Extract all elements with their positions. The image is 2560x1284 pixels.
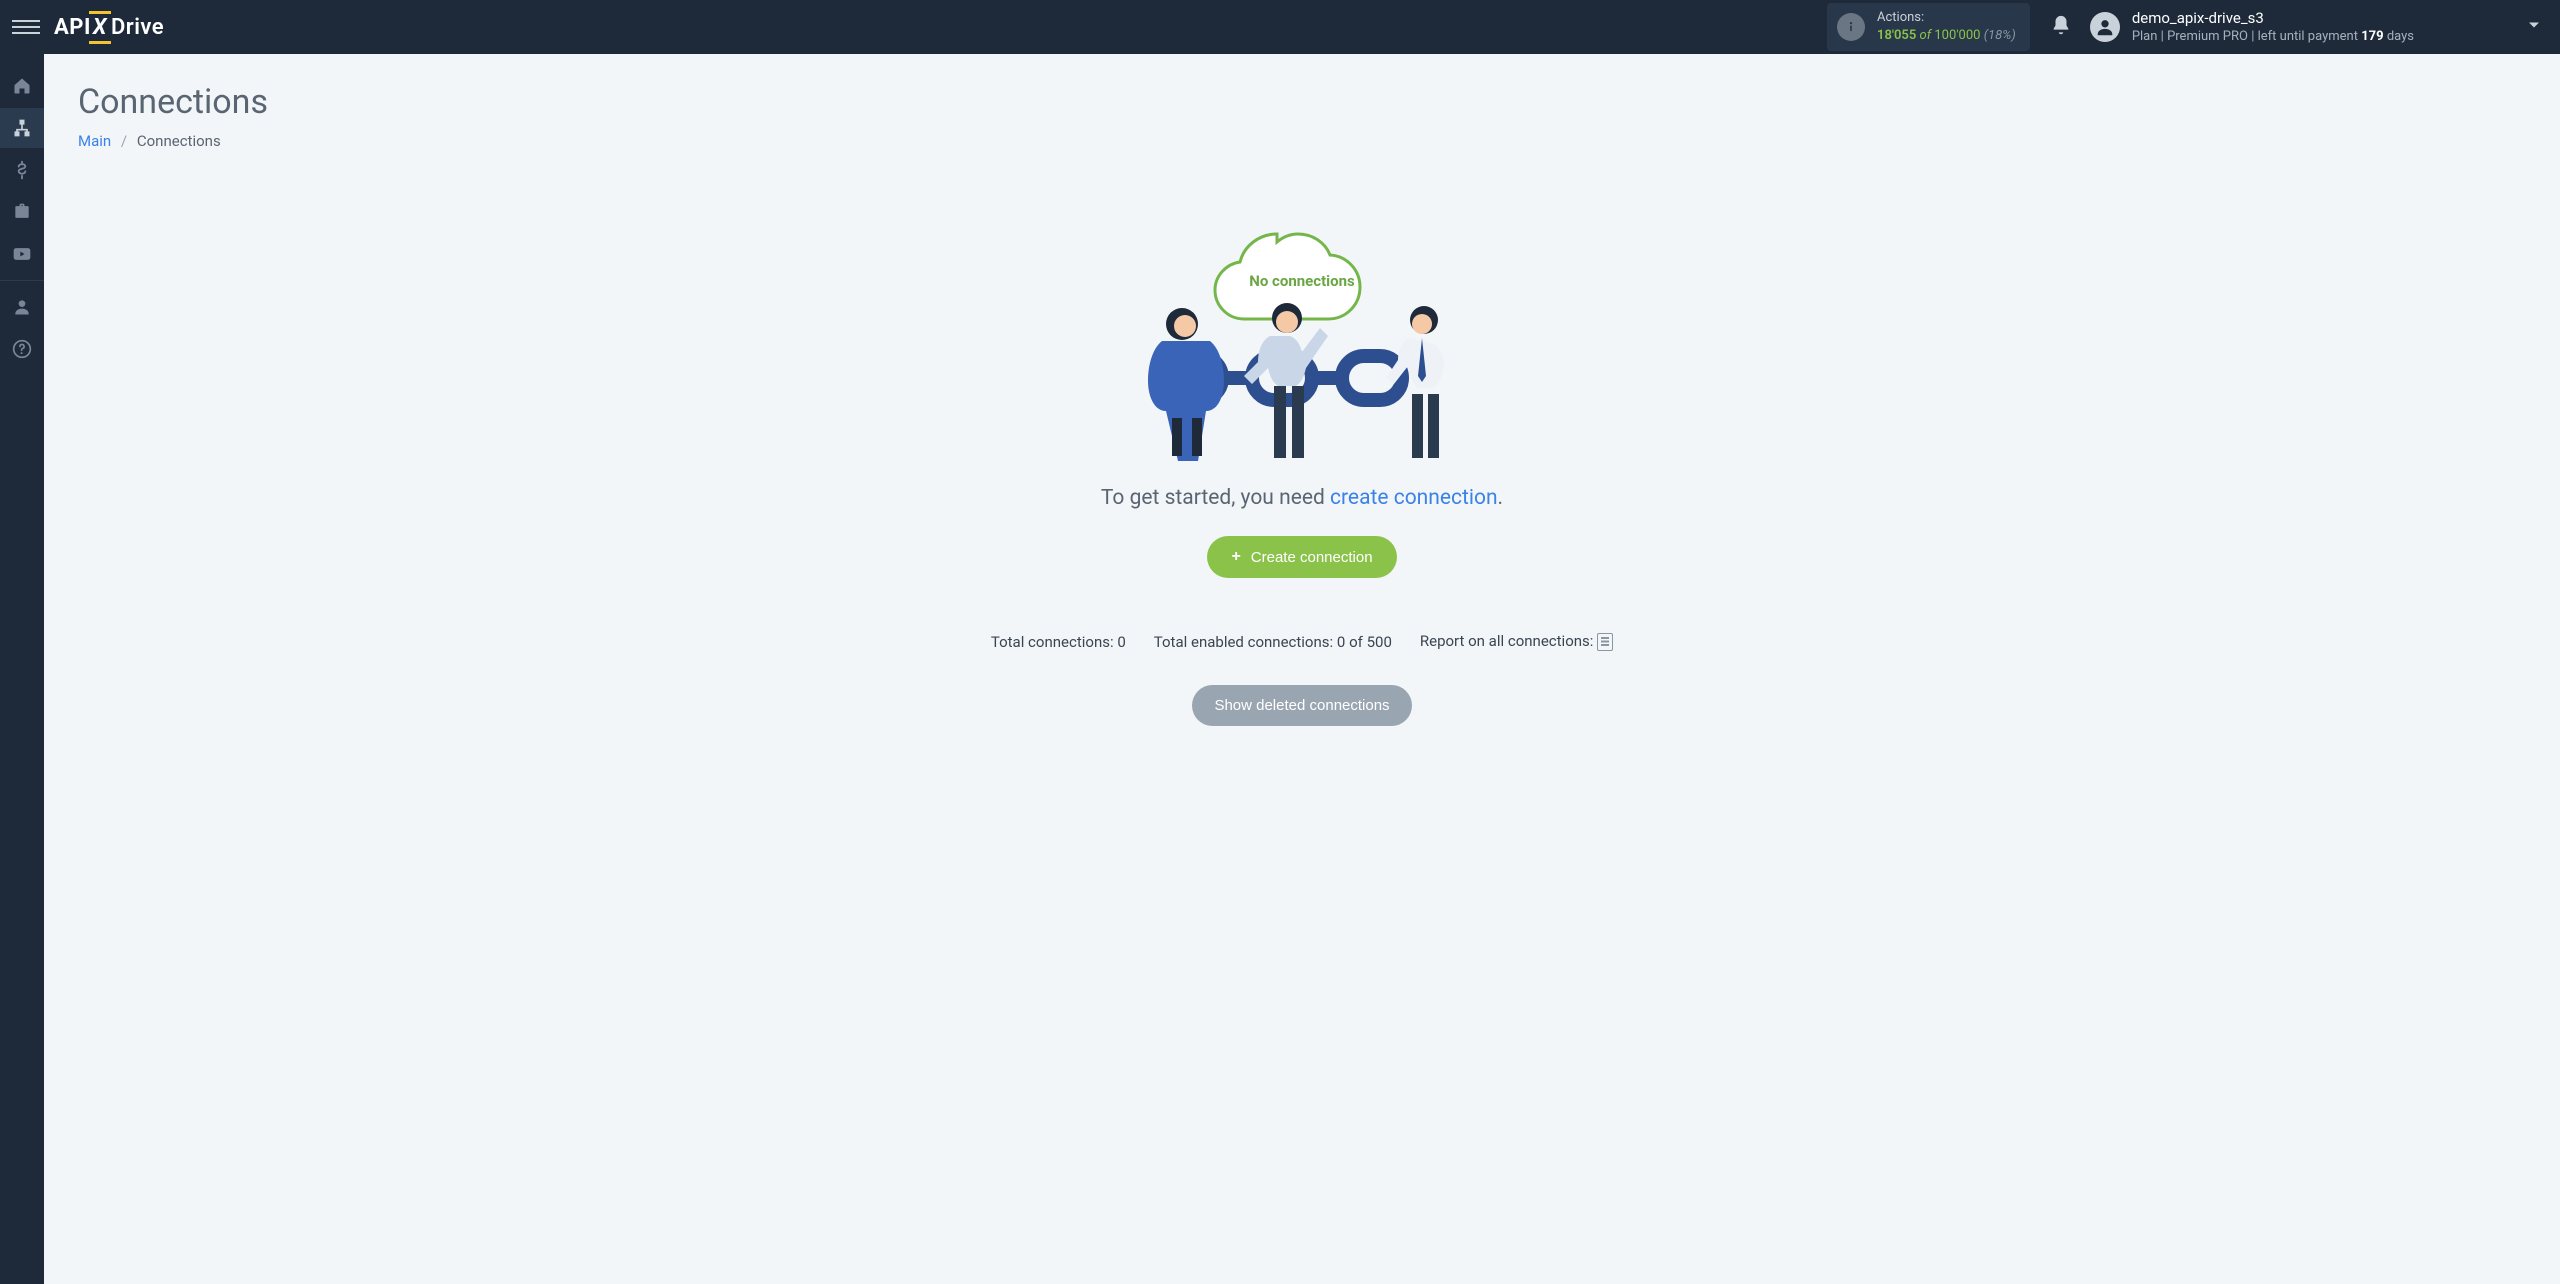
actions-counter[interactable]: Actions: 18'055 of 100'000 (18%) (1827, 3, 2030, 50)
breadcrumb-sep: / (121, 132, 127, 150)
user-icon (12, 297, 32, 317)
sidebar-item-billing[interactable] (0, 150, 44, 190)
actions-percent: (18%) (1984, 28, 2016, 43)
user-name: demo_apix-drive_s3 (2132, 8, 2414, 28)
main-content: Connections Main / Connections No connec… (44, 54, 2560, 754)
actions-text: Actions: 18'055 of 100'000 (18%) (1877, 9, 2016, 44)
empty-prefix: To get started, you need (1101, 486, 1330, 510)
empty-suffix: . (1498, 486, 1504, 510)
actions-label: Actions: (1877, 9, 2016, 27)
create-connection-button[interactable]: + Create connection (1207, 536, 1396, 578)
payment-days-suffix: days (2387, 29, 2414, 44)
youtube-icon (12, 244, 32, 264)
sidebar-item-video[interactable] (0, 234, 44, 274)
user-menu[interactable]: demo_apix-drive_s3 Plan | Premium PRO | … (2090, 8, 2414, 46)
home-icon (12, 76, 32, 96)
page-title: Connections (78, 82, 2526, 122)
sidebar-item-help[interactable] (0, 329, 44, 369)
dollar-icon (12, 160, 32, 180)
stat-total: Total connections: 0 (991, 633, 1126, 651)
sidebar-item-connections[interactable] (0, 108, 44, 148)
payment-days: 179 (2361, 29, 2383, 44)
avatar-icon (2090, 12, 2120, 42)
report-file-icon[interactable] (1597, 633, 1613, 651)
left-sidebar (0, 54, 44, 1284)
empty-illustration: No connections (1122, 186, 1482, 466)
user-text: demo_apix-drive_s3 Plan | Premium PRO | … (2132, 8, 2414, 46)
stat-enabled: Total enabled connections: 0 of 500 (1154, 633, 1392, 651)
plan-name: Premium PRO (2167, 29, 2248, 44)
sitemap-icon (12, 118, 32, 138)
plan-prefix: Plan | (2132, 29, 2164, 44)
breadcrumb-current: Connections (137, 132, 221, 150)
brand-logo[interactable]: API X Drive (54, 15, 164, 40)
menu-toggle-button[interactable] (12, 13, 40, 41)
empty-create-link[interactable]: create connection (1330, 486, 1498, 510)
help-icon (12, 339, 32, 359)
payment-prefix: left until payment (2258, 29, 2358, 44)
info-icon (1837, 13, 1865, 41)
actions-used: 18'055 (1877, 28, 1916, 43)
sidebar-item-home[interactable] (0, 66, 44, 106)
logo-text-api: API (54, 15, 91, 40)
notifications-button[interactable] (2050, 14, 2072, 40)
breadcrumb-root[interactable]: Main (78, 132, 111, 150)
create-button-label: Create connection (1251, 549, 1373, 566)
logo-text-x: X (91, 15, 109, 40)
cloud-label: No connections (1249, 272, 1355, 290)
empty-state: No connections (78, 186, 2526, 726)
actions-limit: 100'000 (1934, 28, 1980, 43)
logo-text-drive: Drive (111, 15, 164, 40)
user-menu-expand[interactable] (2524, 15, 2544, 39)
actions-of: of (1920, 28, 1932, 43)
top-header: API X Drive Actions: 18'055 of 100'000 (… (0, 0, 2560, 54)
plan-sep: | (2251, 29, 2254, 44)
sidebar-item-tools[interactable] (0, 192, 44, 232)
stat-report: Report on all connections: (1420, 632, 1613, 651)
briefcase-icon (12, 202, 32, 222)
sidebar-item-account[interactable] (0, 287, 44, 327)
empty-message: To get started, you need create connecti… (1101, 486, 1503, 510)
connection-stats: Total connections: 0 Total enabled conne… (991, 632, 1613, 651)
show-deleted-button[interactable]: Show deleted connections (1192, 685, 1411, 726)
breadcrumb: Main / Connections (78, 132, 2526, 150)
plus-icon: + (1231, 548, 1240, 566)
